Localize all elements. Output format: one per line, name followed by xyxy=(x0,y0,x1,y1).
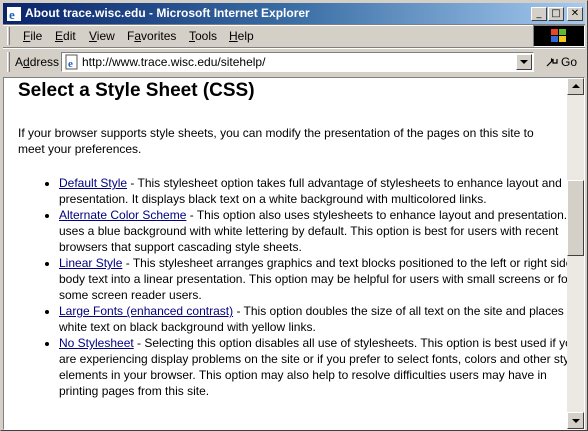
menu-view-label: iew xyxy=(96,29,115,43)
toolbar-grip[interactable] xyxy=(7,52,10,72)
go-button[interactable]: Go xyxy=(541,52,583,72)
menu-favorites[interactable]: Favorites xyxy=(127,29,176,43)
svg-text:e: e xyxy=(68,58,73,70)
address-dropdown-button[interactable] xyxy=(516,54,532,70)
page-icon: e xyxy=(65,54,78,70)
menu-view-accel: V xyxy=(89,29,97,43)
vertical-scrollbar[interactable] xyxy=(567,78,584,429)
page-viewport: Select a Style Sheet (CSS) If your brows… xyxy=(3,77,585,430)
title-bar[interactable]: e About trace.wisc.edu - Microsoft Inter… xyxy=(3,3,585,24)
minimize-button[interactable]: _ xyxy=(531,7,547,21)
menu-help-label: elp xyxy=(237,29,254,43)
menu-help-accel: H xyxy=(229,29,238,43)
option-description: - This stylesheet option takes full adva… xyxy=(59,176,562,206)
stylesheet-options-list: Default Style - This stylesheet option t… xyxy=(18,175,567,399)
large-fonts-link[interactable]: Large Fonts (enhanced contrast) xyxy=(59,304,233,318)
default-style-link[interactable]: Default Style xyxy=(59,176,127,190)
address-url: http://www.trace.wisc.edu/sitehelp/ xyxy=(82,55,266,69)
list-item: No Stylesheet - Selecting this option di… xyxy=(59,335,567,399)
address-label: Address xyxy=(15,55,59,69)
close-button[interactable]: ✕ xyxy=(567,7,583,21)
windows-logo-throbber xyxy=(533,25,585,47)
browser-window: e About trace.wisc.edu - Microsoft Inter… xyxy=(0,0,588,431)
no-stylesheet-link[interactable]: No Stylesheet xyxy=(59,336,134,350)
linear-style-link[interactable]: Linear Style xyxy=(59,256,122,270)
scroll-thumb[interactable] xyxy=(567,180,584,256)
menu-file[interactable]: File xyxy=(23,29,42,43)
divider xyxy=(3,47,585,49)
go-label: Go xyxy=(561,55,578,69)
svg-text:e: e xyxy=(9,7,15,22)
page-content: Select a Style Sheet (CSS) If your brows… xyxy=(4,78,567,429)
scroll-up-button[interactable] xyxy=(567,78,584,95)
option-description: - Selecting this option disables all use… xyxy=(59,336,567,398)
alternate-color-scheme-link[interactable]: Alternate Color Scheme xyxy=(59,208,186,222)
menu-edit-label: dit xyxy=(63,29,76,43)
menu-bar: File Edit View Favorites Tools Help xyxy=(3,25,531,47)
ie-logo-icon: e xyxy=(7,7,21,22)
window-title: About trace.wisc.edu - Microsoft Interne… xyxy=(25,6,310,20)
menu-edit-accel: E xyxy=(55,29,64,43)
address-bar: Address e http://www.trace.wisc.edu/site… xyxy=(3,50,585,74)
go-arrow-icon xyxy=(546,58,558,67)
arrow-down-icon xyxy=(572,419,580,423)
menu-view[interactable]: View xyxy=(89,29,115,43)
menu-edit[interactable]: Edit xyxy=(55,29,76,43)
address-label-accel: d xyxy=(23,55,30,69)
option-description: - This stylesheet arranges graphics and … xyxy=(59,256,567,302)
scroll-down-button[interactable] xyxy=(567,412,584,429)
arrow-up-icon xyxy=(572,84,580,88)
address-label-pre: A xyxy=(15,55,24,69)
list-item: Default Style - This stylesheet option t… xyxy=(59,175,567,207)
chevron-down-icon xyxy=(520,59,528,64)
menu-favorites-label: vorites xyxy=(141,29,177,43)
list-item: Alternate Color Scheme - This option als… xyxy=(59,207,567,255)
menu-tools-label: ools xyxy=(195,29,218,43)
menu-tools[interactable]: Tools xyxy=(189,29,217,43)
list-item: Large Fonts (enhanced contrast) - This o… xyxy=(59,303,567,335)
list-item: Linear Style - This stylesheet arranges … xyxy=(59,255,567,303)
menu-file-label: ile xyxy=(30,29,43,43)
toolbar-grip[interactable] xyxy=(7,27,10,45)
maximize-button[interactable]: □ xyxy=(548,7,564,21)
windows-flag-icon xyxy=(551,29,566,42)
menu-help[interactable]: Help xyxy=(229,29,254,43)
page-title: Select a Style Sheet (CSS) xyxy=(18,80,255,101)
intro-text: If your browser supports style sheets, y… xyxy=(18,126,534,156)
address-input[interactable]: e http://www.trace.wisc.edu/sitehelp/ xyxy=(61,52,534,72)
address-label-rest: dress xyxy=(29,55,60,69)
